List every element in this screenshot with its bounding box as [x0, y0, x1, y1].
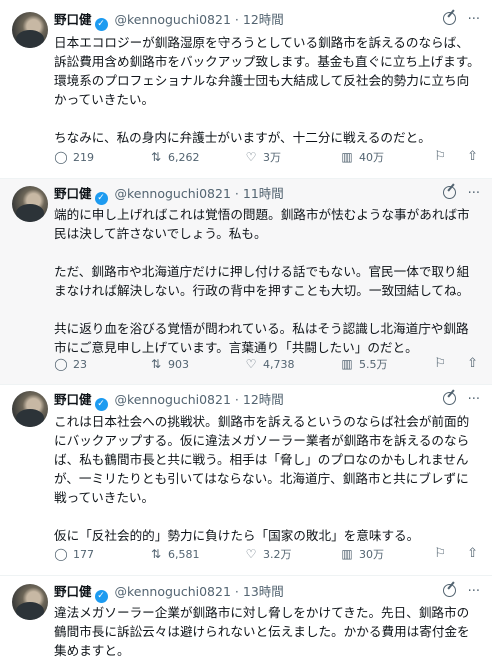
- reply-icon: ◯: [54, 547, 68, 561]
- action-bar: ◯ 219 ⇅ 6,262 ♡ 3万 ▥ 40万 ⚐ ⇧: [54, 148, 484, 166]
- tweet-header: 野口健 ✓ @kennoguchi0821 · 13時間 ···: [54, 583, 482, 603]
- tweet-header: 野口健 ✓ @kennoguchi0821 · 11時間 ···: [54, 185, 482, 205]
- grok-icon[interactable]: [442, 584, 456, 597]
- views-chart-icon: ▥: [341, 150, 353, 164]
- action-bar: ◯ 177 ⇅ 6,581 ♡ 3.2万 ▥ 30万 ⚐ ⇧: [54, 545, 484, 563]
- share-icon[interactable]: ⇧: [467, 355, 478, 373]
- display-name[interactable]: 野口健: [54, 584, 92, 599]
- like-count: 3.2万: [263, 548, 292, 561]
- retweet-icon: ⇅: [150, 357, 162, 371]
- bookmark-icon[interactable]: ⚐: [434, 545, 446, 563]
- like-button[interactable]: ♡ 3.2万: [244, 545, 292, 564]
- retweet-icon: ⇅: [150, 547, 162, 561]
- views-chart-icon: ▥: [341, 357, 353, 371]
- display-name[interactable]: 野口健: [54, 392, 92, 407]
- like-count: 3万: [263, 151, 281, 164]
- avatar[interactable]: [12, 391, 48, 427]
- view-count: 40万: [359, 151, 384, 164]
- more-options-icon[interactable]: ···: [468, 392, 480, 407]
- view-count: 5.5万: [359, 358, 388, 371]
- tweet-text: 日本エコロジーが釧路湿原を守ろうとしている釧路市を訴えるのならば、訴訟費用含め釧…: [54, 35, 480, 145]
- reply-count: 23: [73, 358, 87, 371]
- like-button[interactable]: ♡ 3万: [244, 148, 281, 167]
- user-handle[interactable]: @kennoguchi0821: [115, 392, 231, 407]
- view-count: 30万: [359, 548, 384, 561]
- tweet-text: 端的に申し上げればこれは覚悟の問題。釧路市が怯むような事があれば市民は決して許さ…: [54, 207, 470, 355]
- retweet-count: 903: [168, 358, 189, 371]
- views-button[interactable]: ▥ 5.5万: [340, 355, 388, 374]
- reply-count: 177: [73, 548, 94, 561]
- verified-badge-icon: ✓: [94, 590, 108, 603]
- avatar[interactable]: [12, 186, 48, 222]
- separator-dot: ·: [234, 584, 239, 599]
- like-count: 4,738: [263, 358, 295, 371]
- retweet-count: 6,581: [168, 548, 200, 561]
- heart-icon: ♡: [245, 150, 257, 164]
- avatar[interactable]: [12, 584, 48, 620]
- timestamp[interactable]: 12時間: [243, 12, 284, 27]
- tweet-4[interactable]: 野口健 ✓ @kennoguchi0821 · 13時間 ··· 違法メガソーラー…: [0, 576, 492, 663]
- more-options-icon[interactable]: ···: [468, 12, 480, 27]
- reply-icon: ◯: [54, 357, 68, 371]
- tweet-2[interactable]: 野口健 ✓ @kennoguchi0821 · 11時間 ··· 端的に申し上げれ…: [0, 179, 492, 384]
- separator-dot: ·: [234, 186, 239, 201]
- grok-icon[interactable]: [442, 12, 456, 25]
- reply-button[interactable]: ◯ 219: [54, 148, 94, 167]
- action-bar: ◯ 23 ⇅ 903 ♡ 4,738 ▥ 5.5万 ⚐ ⇧: [54, 355, 484, 373]
- user-handle[interactable]: @kennoguchi0821: [115, 12, 231, 27]
- tweet-header: 野口健 ✓ @kennoguchi0821 · 12時間 ···: [54, 391, 482, 411]
- tweet-header: 野口健 ✓ @kennoguchi0821 · 12時間 ···: [54, 11, 482, 31]
- retweet-icon: ⇅: [150, 150, 162, 164]
- display-name[interactable]: 野口健: [54, 186, 92, 201]
- reply-button[interactable]: ◯ 177: [54, 545, 94, 564]
- separator-dot: ·: [234, 392, 239, 407]
- views-button[interactable]: ▥ 30万: [340, 545, 384, 564]
- heart-icon: ♡: [245, 547, 257, 561]
- timestamp[interactable]: 13時間: [243, 584, 284, 599]
- bookmark-icon[interactable]: ⚐: [434, 148, 446, 166]
- share-icon[interactable]: ⇧: [467, 545, 478, 563]
- retweet-button[interactable]: ⇅ 6,262: [149, 148, 200, 167]
- display-name[interactable]: 野口健: [54, 12, 92, 27]
- reply-count: 219: [73, 151, 94, 164]
- tweet-text: 違法メガソーラー企業が釧路市に対し脅しをかけてきた。先日、釧路市の鶴間市長に訴訟…: [54, 605, 470, 658]
- more-options-icon[interactable]: ···: [468, 584, 480, 599]
- tweet-1[interactable]: 野口健 ✓ @kennoguchi0821 · 12時間 ··· 日本エコロジーが…: [0, 0, 492, 178]
- like-button[interactable]: ♡ 4,738: [244, 355, 295, 374]
- share-icon[interactable]: ⇧: [467, 148, 478, 166]
- tweet-3[interactable]: 野口健 ✓ @kennoguchi0821 · 12時間 ··· これは日本社会へ…: [0, 385, 492, 575]
- user-handle[interactable]: @kennoguchi0821: [115, 584, 231, 599]
- timestamp[interactable]: 12時間: [243, 392, 284, 407]
- retweet-count: 6,262: [168, 151, 200, 164]
- grok-icon[interactable]: [442, 186, 456, 199]
- retweet-button[interactable]: ⇅ 903: [149, 355, 189, 374]
- user-handle[interactable]: @kennoguchi0821: [115, 186, 231, 201]
- retweet-button[interactable]: ⇅ 6,581: [149, 545, 200, 564]
- verified-badge-icon: ✓: [94, 398, 108, 411]
- reply-button[interactable]: ◯ 23: [54, 355, 87, 374]
- grok-icon[interactable]: [442, 392, 456, 405]
- verified-badge-icon: ✓: [94, 192, 108, 205]
- bookmark-icon[interactable]: ⚐: [434, 355, 446, 373]
- separator-dot: ·: [234, 12, 239, 27]
- heart-icon: ♡: [245, 357, 257, 371]
- reply-icon: ◯: [54, 150, 68, 164]
- timestamp[interactable]: 11時間: [243, 186, 284, 201]
- more-options-icon[interactable]: ···: [468, 186, 480, 201]
- tweet-text: これは日本社会への挑戦状。釧路市を訴えるというのならば社会が前面的にバックアップ…: [54, 414, 470, 543]
- views-button[interactable]: ▥ 40万: [340, 148, 384, 167]
- verified-badge-icon: ✓: [94, 18, 108, 31]
- views-chart-icon: ▥: [341, 547, 353, 561]
- avatar[interactable]: [12, 12, 48, 48]
